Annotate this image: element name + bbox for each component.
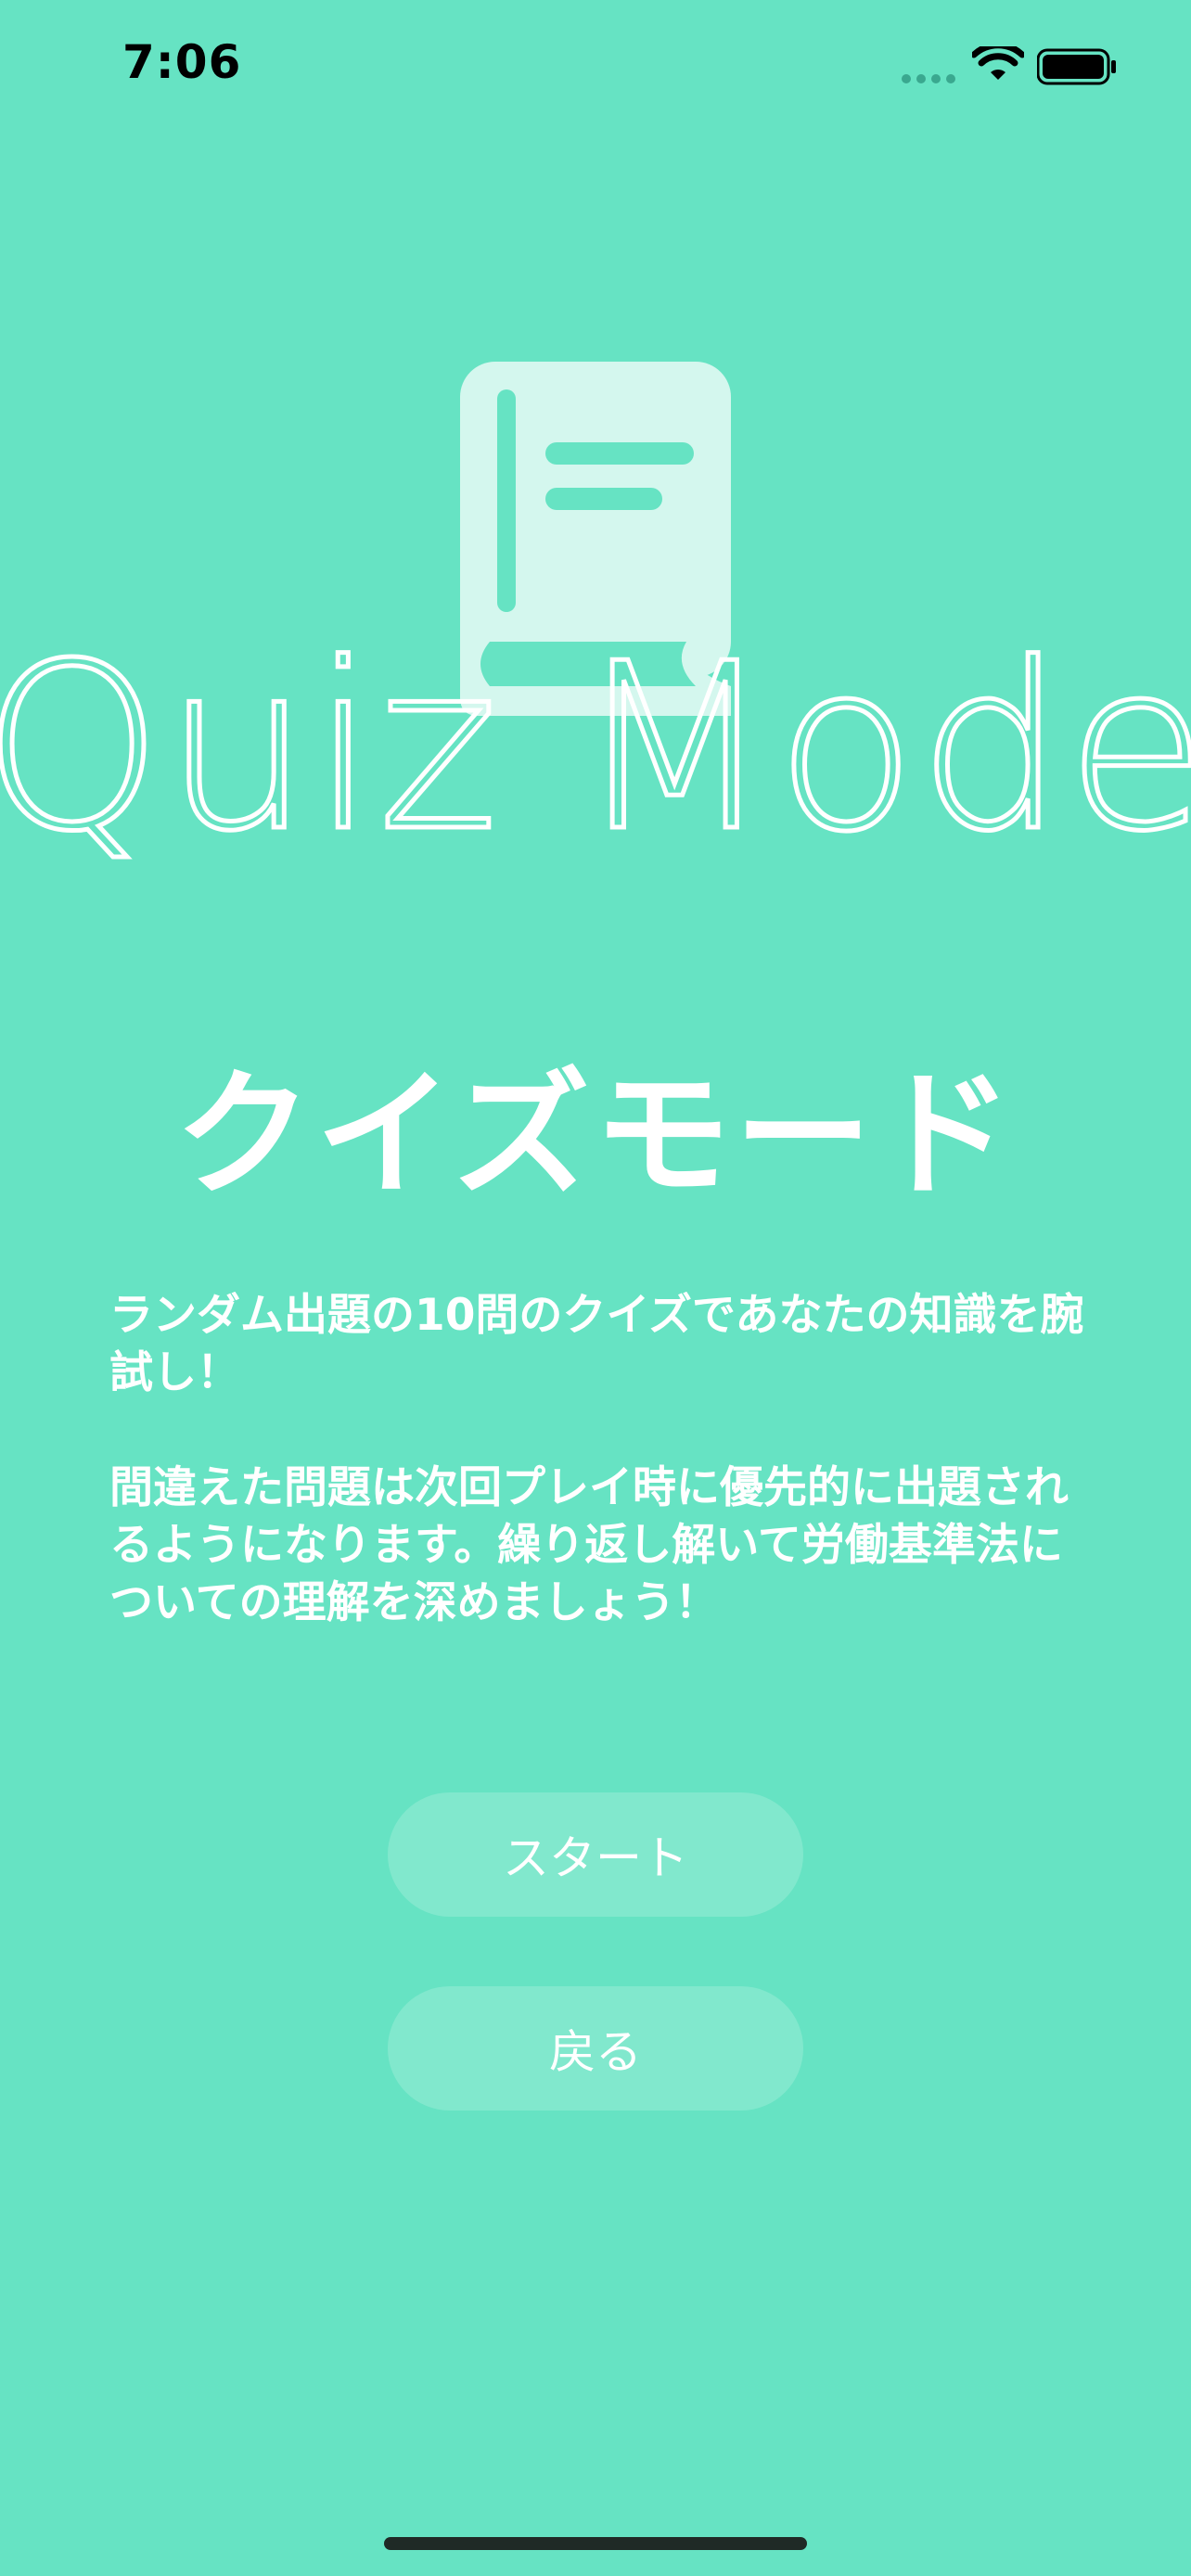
book-icon: Quiz Mode <box>0 362 1191 872</box>
description-paragraph-1: ランダム出題の10問のクイズであなたの知識を腕試し！ <box>109 1290 1084 1398</box>
home-indicator <box>384 2537 807 2550</box>
status-time: 7:06 <box>122 35 242 89</box>
hero-title: Quiz Mode <box>0 615 1191 872</box>
description-paragraph-2: 間違えた問題は次回プレイ時に優先的に出題されるようになります。繰り返し解いて労働… <box>109 1462 1069 1628</box>
page-title: クイズモード <box>174 1055 1017 1215</box>
start-button[interactable]: スタート <box>388 1792 803 1917</box>
wifi-icon <box>972 46 1024 80</box>
battery-icon <box>1037 48 1116 85</box>
cellular-signal-icon <box>902 74 955 83</box>
hero-banner: Quiz Mode <box>0 352 1191 872</box>
back-button[interactable]: 戻る <box>388 1986 803 2111</box>
description: ランダム出題の10問のクイズであなたの知識を腕試し！ 間違えた問題は次回プレイ時… <box>109 1287 1093 1632</box>
